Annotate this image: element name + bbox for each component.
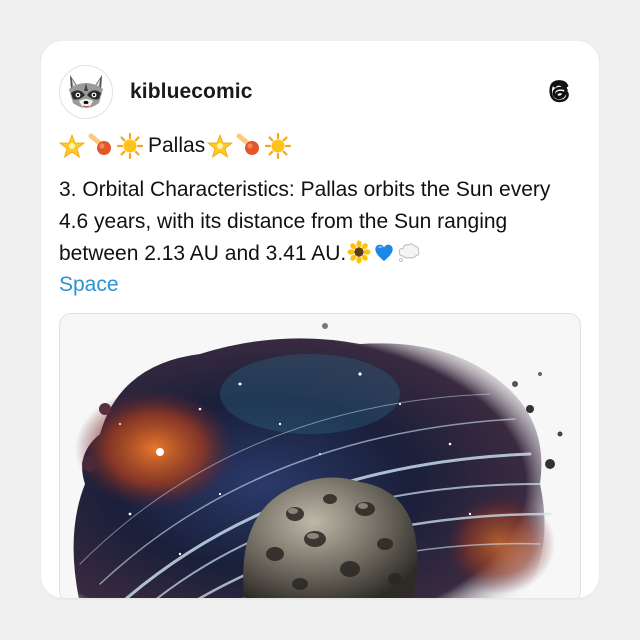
post-card: kibluecomic Pallas 3. Orbital Characteri…: [41, 41, 599, 598]
star-emoji-icon: [59, 133, 85, 158]
post-body: 3. Orbital Characteristics: Pallas orbit…: [59, 174, 584, 270]
raccoon-avatar-icon: [69, 75, 103, 109]
post-header: kibluecomic: [59, 65, 581, 119]
comet-emoji-icon: [88, 133, 111, 155]
blue-heart-emoji-icon: [375, 244, 393, 261]
sun-emoji-icon: [265, 133, 292, 159]
asteroid-space-illustration-icon: [60, 314, 580, 598]
thought-bubble-emoji-icon: [399, 243, 420, 262]
post-image[interactable]: [59, 313, 581, 598]
sun-emoji-icon: [117, 133, 143, 159]
topic-tag-link[interactable]: Space: [59, 269, 119, 301]
title-word: Pallas: [148, 134, 206, 157]
threads-logo-icon[interactable]: [543, 75, 577, 109]
username[interactable]: kibluecomic: [130, 80, 252, 104]
post-body-text: 3. Orbital Characteristics: Pallas orbit…: [59, 178, 551, 265]
star-emoji-icon: [207, 133, 234, 158]
sunflower-emoji-icon: [347, 240, 371, 264]
avatar[interactable]: [59, 65, 113, 119]
title-line: Pallas: [59, 129, 294, 163]
comet-emoji-icon: [236, 133, 260, 155]
